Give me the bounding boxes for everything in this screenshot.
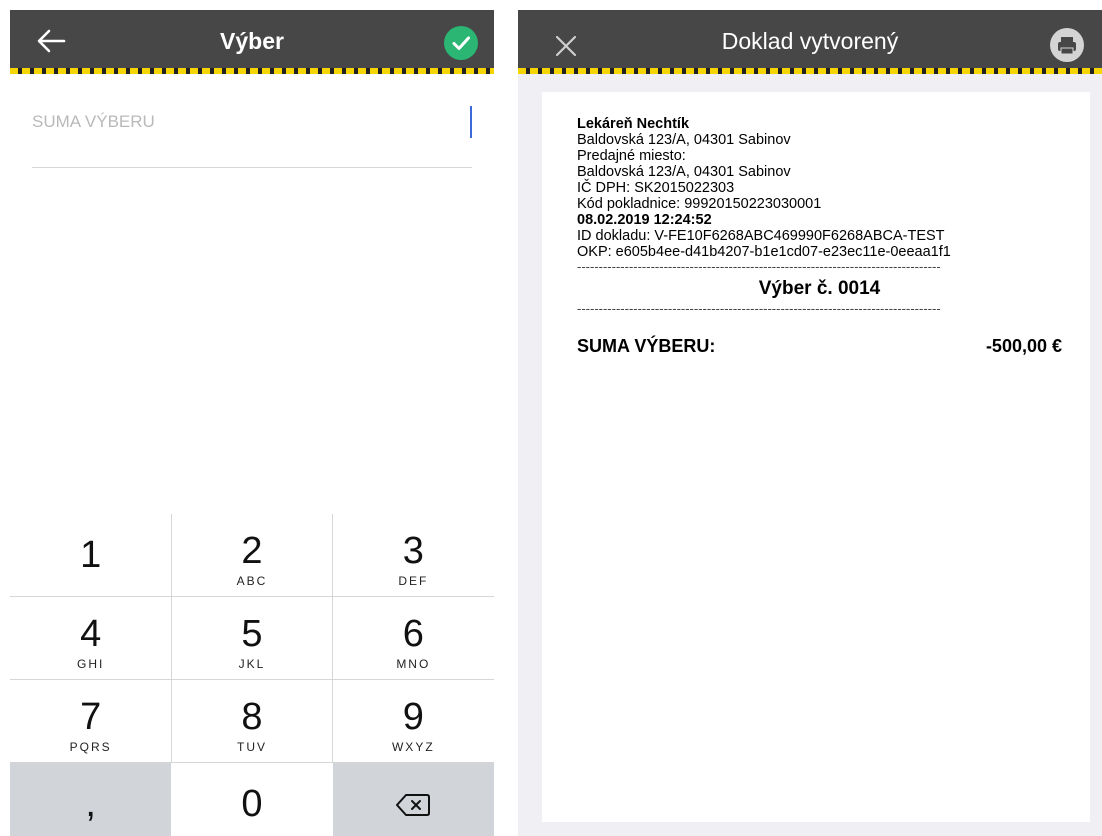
key-letters: GHI: [76, 657, 105, 671]
key-digit: 3: [402, 530, 424, 572]
key-digit: 9: [402, 696, 424, 738]
key-8[interactable]: 8 TUV: [171, 680, 332, 762]
key-digit: 7: [80, 696, 102, 738]
key-letters: PQRS: [69, 740, 112, 754]
sum-label: SUMA VÝBERU:: [577, 336, 716, 356]
top-bar: Doklad vytvorený: [518, 10, 1102, 74]
sum-row: SUMA VÝBERU: -500,00 €: [577, 336, 1062, 356]
place-label: Predajné miesto:: [577, 148, 686, 164]
check-circle-icon[interactable]: [444, 26, 478, 60]
keypad-row-2: 4 GHI 5 JKL 6 MNO: [10, 597, 494, 679]
key-letters: ABC: [236, 574, 268, 588]
amount-field[interactable]: [32, 104, 472, 168]
sum-value: -500,00 €: [985, 336, 1062, 356]
vat-id: IČ DPH: SK2015022303: [577, 180, 735, 196]
backspace-icon: [396, 794, 431, 816]
key-6[interactable]: 6 MNO: [333, 597, 494, 679]
receipt-paper: Lekáreň Nechtík Baldovská 123/A, 04301 S…: [542, 92, 1090, 822]
key-letters: DEF: [398, 574, 429, 588]
page-title: Doklad vytvorený: [721, 28, 899, 54]
keypad-row-3: 7 PQRS 8 TUV 9 WXYZ: [10, 680, 494, 762]
keypad-divider: [171, 514, 172, 763]
amount-input[interactable]: [32, 104, 472, 132]
key-digit: 1: [80, 534, 102, 576]
document-id: ID dokladu: V-FE10F6268ABC469990F6268ABC…: [577, 228, 945, 244]
key-3[interactable]: 3 DEF: [333, 514, 494, 596]
receipt-screen: Doklad vytvorený Lekáreň Nechtík Baldovs…: [518, 10, 1102, 836]
text-cursor: [470, 106, 472, 138]
key-letters: MNO: [396, 657, 431, 671]
header-stripe: [10, 68, 494, 74]
key-0[interactable]: 0: [171, 763, 332, 836]
place-address: Baldovská 123/A, 04301 Sabinov: [577, 164, 791, 180]
key-digit: 2: [241, 530, 263, 572]
key-4[interactable]: 4 GHI: [10, 597, 171, 679]
key-letters: TUV: [236, 740, 267, 754]
keypad-row-1: 1 2 ABC 3 DEF: [10, 514, 494, 596]
key-letters: WXYZ: [391, 740, 435, 754]
key-comma[interactable]: ,: [10, 763, 172, 836]
withdrawal-screen: Výber 1 2 ABC 3 DEF 4 GHI: [10, 10, 494, 836]
header-stripe: [518, 68, 1102, 74]
page-title: Výber: [220, 28, 284, 54]
printer-icon[interactable]: [1050, 28, 1084, 62]
receipt-title: Výber č. 0014: [758, 278, 881, 299]
dashed-separator: ----------------------------------------…: [577, 260, 941, 274]
key-1[interactable]: 1: [10, 514, 171, 596]
receipt-datetime: 08.02.2019 12:24:52: [577, 212, 712, 228]
key-7[interactable]: 7 PQRS: [10, 680, 171, 762]
key-digit: 6: [402, 613, 424, 655]
key-backspace[interactable]: [332, 763, 494, 836]
key-letters: JKL: [238, 657, 266, 671]
key-digit: 0: [241, 783, 263, 825]
key-digit: 8: [241, 696, 263, 738]
numeric-keypad: 1 2 ABC 3 DEF 4 GHI 5 JKL 6 MNO 7 PQRS 8…: [10, 514, 494, 836]
receipt-content: Lekáreň Nechtík Baldovská 123/A, 04301 S…: [577, 116, 1062, 356]
okp-code: OKP: e605b4ee-d41b4207-b1e1cd07-e23ec11e…: [577, 244, 951, 260]
cash-register-code: Kód pokladnice: 99920150223030001: [577, 196, 822, 212]
key-5[interactable]: 5 JKL: [171, 597, 332, 679]
dashed-separator: ----------------------------------------…: [577, 302, 941, 316]
key-digit: 4: [80, 613, 102, 655]
key-digit: 5: [241, 613, 263, 655]
keypad-row-4: , 0: [10, 763, 494, 836]
shop-address: Baldovská 123/A, 04301 Sabinov: [577, 132, 791, 148]
key-digit: ,: [85, 783, 96, 825]
shop-name: Lekáreň Nechtík: [577, 116, 690, 132]
key-9[interactable]: 9 WXYZ: [333, 680, 494, 762]
key-2[interactable]: 2 ABC: [171, 514, 332, 596]
keypad-divider: [332, 514, 333, 763]
top-bar: Výber: [10, 10, 494, 74]
